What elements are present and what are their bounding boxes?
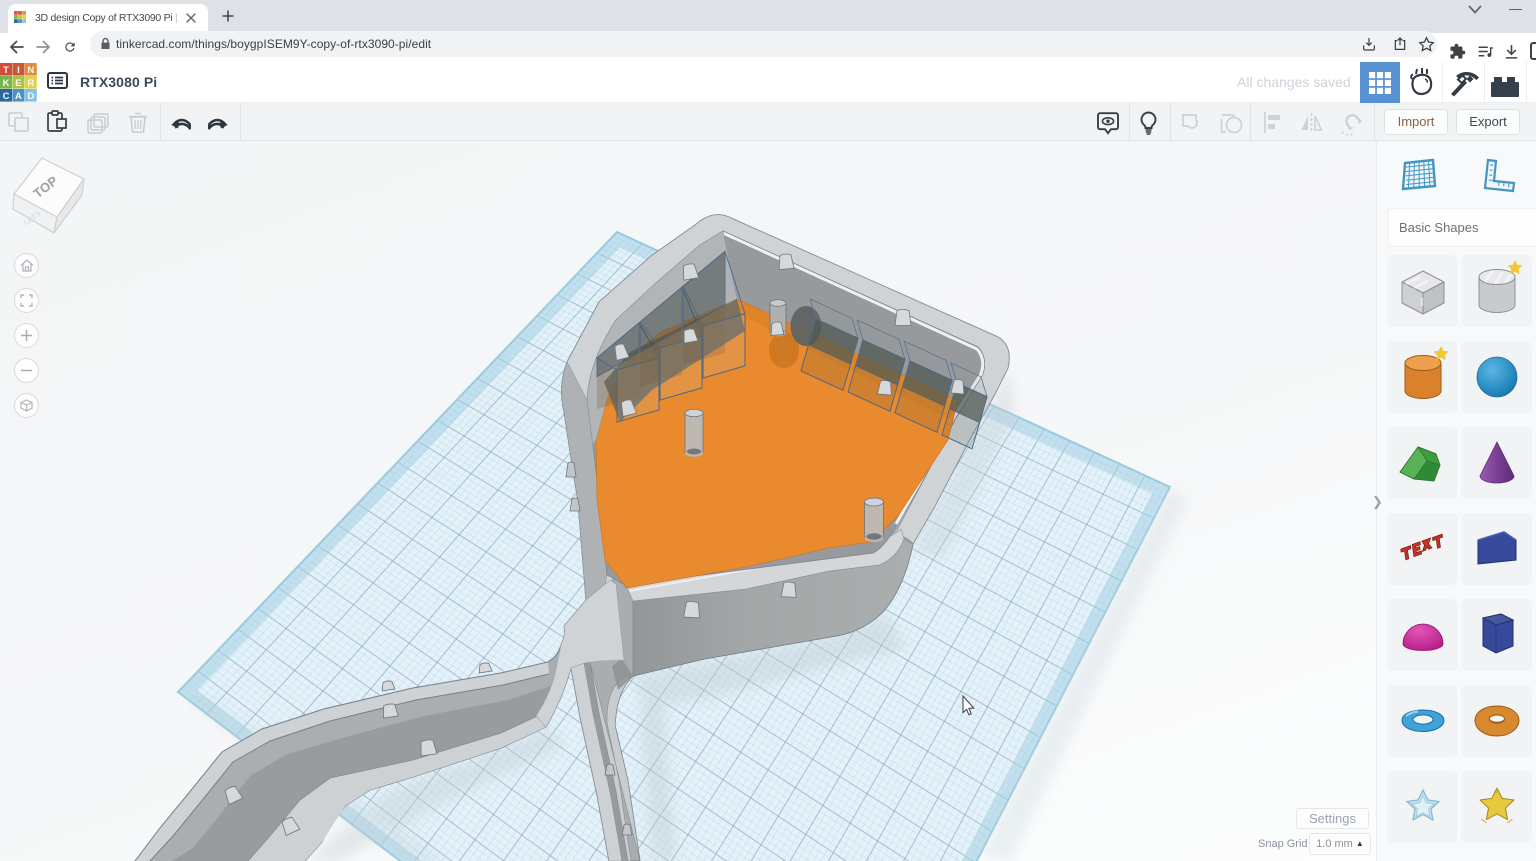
svg-text:E: E	[15, 78, 21, 89]
svg-text:C: C	[3, 91, 10, 102]
svg-text:T: T	[3, 65, 9, 76]
svg-text:D: D	[27, 91, 34, 102]
svg-text:N: N	[27, 65, 34, 76]
svg-text:R: R	[27, 78, 34, 89]
svg-text:K: K	[3, 78, 10, 89]
svg-text:I: I	[17, 65, 20, 76]
svg-text:A: A	[15, 91, 22, 102]
